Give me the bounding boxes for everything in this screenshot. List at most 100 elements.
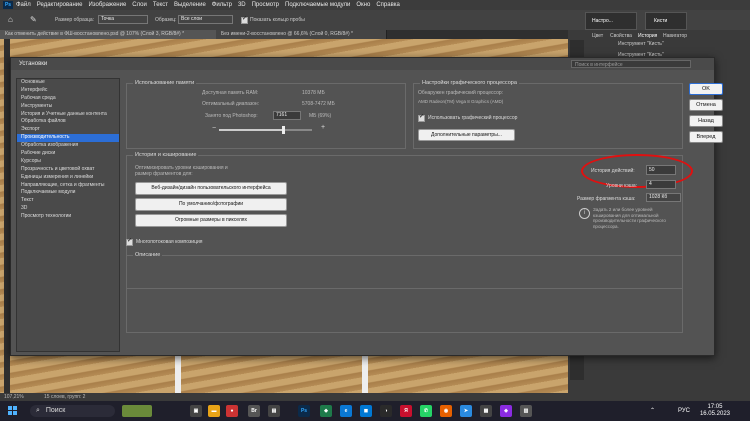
- use-gpu-checkbox[interactable]: [418, 113, 425, 122]
- menu-3d[interactable]: 3D: [238, 2, 246, 8]
- menu-select[interactable]: Выделение: [174, 2, 206, 8]
- menu-window[interactable]: Окно: [356, 2, 370, 8]
- description-panel: Описание: [126, 252, 683, 333]
- document-tabs: Как отменить действие в ФШ-восстановлено…: [0, 30, 568, 39]
- doc-tab-2[interactable]: Без имени-2-восстановлено @ 66,6% (Слой …: [216, 30, 387, 39]
- memory-slider[interactable]: [219, 126, 312, 134]
- menu-filter[interactable]: Фильтр: [212, 2, 232, 8]
- menu-file[interactable]: Файл: [16, 2, 31, 8]
- sidebar-item-interface[interactable]: Интерфейс: [17, 87, 119, 95]
- menu-view[interactable]: Просмотр: [252, 2, 279, 8]
- cache-tile-size-label: Размер фрагмента кэша:: [577, 196, 636, 202]
- dialog-search-input[interactable]: Поиск в интерфейсе: [571, 60, 691, 68]
- app-icon[interactable]: Я: [400, 405, 412, 417]
- forward-button[interactable]: Вперед: [689, 131, 723, 143]
- sidebar-item-general[interactable]: Основные: [17, 79, 119, 87]
- tab-properties[interactable]: Свойства: [610, 33, 632, 39]
- menu-type[interactable]: Текст: [153, 2, 168, 8]
- sidebar-item-3d[interactable]: 3D: [17, 205, 119, 213]
- gpu-settings-panel: Настройки графического процессора Обнару…: [413, 80, 683, 149]
- available-ram-label: Доступная память RAM:: [202, 90, 259, 96]
- sidebar-item-type[interactable]: Текст: [17, 197, 119, 205]
- sidebar-item-cursors[interactable]: Курсоры: [17, 158, 119, 166]
- sidebar-item-workspace[interactable]: Рабочая среда: [17, 95, 119, 103]
- gpu-detected-label: Обнаружен графический процессор:: [418, 90, 504, 96]
- menu-layers[interactable]: Слои: [132, 2, 147, 8]
- cancel-button[interactable]: Отмена: [689, 99, 723, 111]
- default-photos-button[interactable]: По умолчанию/фотографии: [135, 198, 287, 211]
- taskbar-search[interactable]: ⌕ Поиск: [30, 405, 115, 417]
- firefox-icon[interactable]: ◉: [440, 405, 452, 417]
- menu-image[interactable]: Изображение: [88, 2, 126, 8]
- history-cache-title: История и кэширование: [133, 152, 199, 158]
- sidebar-item-plugins[interactable]: Подключаемые модули: [17, 189, 119, 197]
- app-icon[interactable]: ●: [226, 405, 238, 417]
- windows-start-icon[interactable]: [8, 406, 18, 416]
- file-explorer-icon[interactable]: ▬: [208, 405, 220, 417]
- telegram-icon[interactable]: ➤: [460, 405, 472, 417]
- photoshop-icon[interactable]: Ps: [298, 405, 310, 417]
- app-icon[interactable]: ▦: [480, 405, 492, 417]
- sidebar-item-scratch-disks[interactable]: Рабочие диски: [17, 150, 119, 158]
- sidebar-item-performance[interactable]: Производительность: [17, 134, 119, 143]
- eyedropper-icon[interactable]: ✎: [30, 15, 37, 24]
- menu-plugins[interactable]: Подключаемые модули: [285, 2, 350, 8]
- language-indicator[interactable]: РУС: [678, 408, 690, 414]
- app-icon[interactable]: ◈: [500, 405, 512, 417]
- sidebar-item-export[interactable]: Экспорт: [17, 126, 119, 134]
- sidebar-item-units-rulers[interactable]: Единицы измерения и линейки: [17, 174, 119, 182]
- memory-slider-thumb[interactable]: [281, 126, 285, 134]
- back-button[interactable]: Назад: [689, 115, 723, 127]
- doc-tab-1[interactable]: Как отменить действие в ФШ-восстановлено…: [0, 30, 226, 39]
- bridge-icon[interactable]: Br: [248, 405, 260, 417]
- sidebar-item-history-credentials[interactable]: История и Учетные данные контента: [17, 111, 119, 119]
- sidebar-item-transparency[interactable]: Прозрачность и цветовой охват: [17, 166, 119, 174]
- memory-minus-icon[interactable]: −: [212, 125, 216, 132]
- huge-pixel-dimensions-button[interactable]: Огромные размеры в пикселях: [135, 214, 287, 227]
- gpu-detected-value: AMD Radeon(TM) Vega 8 Graphics (AMD): [418, 99, 504, 104]
- memory-plus-icon[interactable]: +: [321, 124, 325, 131]
- app-icon[interactable]: ◑: [380, 405, 392, 417]
- ok-button[interactable]: OK: [689, 83, 723, 95]
- cache-tile-size-select[interactable]: 1028 Кб: [646, 193, 681, 202]
- used-memory-unit: МБ (69%): [309, 113, 332, 119]
- app-icon[interactable]: ▥: [520, 405, 532, 417]
- edge-icon[interactable]: e: [340, 405, 352, 417]
- memory-usage-title: Использование памяти: [133, 80, 197, 86]
- tab-navigator[interactable]: Навигатор: [663, 33, 687, 39]
- panel-settings-tab[interactable]: Настро...: [585, 12, 637, 30]
- tab-history[interactable]: История: [638, 33, 657, 39]
- app-icon[interactable]: ◆: [320, 405, 332, 417]
- web-ui-design-button[interactable]: Веб-дизайн/дизайн пользовательского инте…: [135, 182, 287, 195]
- sidebar-item-guides-grid[interactable]: Направляющие, сетка и фрагменты: [17, 182, 119, 190]
- zoom-level[interactable]: 107,21%: [4, 394, 24, 400]
- whatsapp-icon[interactable]: ✆: [420, 405, 432, 417]
- sidebar-item-image-processing[interactable]: Обработка изображения: [17, 142, 119, 150]
- history-item[interactable]: Инструмент "Кисть": [618, 41, 664, 47]
- used-memory-input[interactable]: 7161: [273, 111, 301, 120]
- app-icon[interactable]: ▤: [268, 405, 280, 417]
- show-ring-checkbox[interactable]: [241, 15, 248, 24]
- menu-help[interactable]: Справка: [376, 2, 400, 8]
- home-icon[interactable]: ⌂: [8, 15, 13, 24]
- cache-levels-input[interactable]: 4: [646, 180, 676, 189]
- sample-select[interactable]: Все слои: [178, 15, 233, 24]
- sidebar-item-tools[interactable]: Инструменты: [17, 103, 119, 111]
- menu-edit[interactable]: Редактирование: [37, 2, 83, 8]
- multithread-checkbox[interactable]: [126, 237, 133, 246]
- taskbar-search-label: Поиск: [45, 407, 66, 414]
- advanced-settings-button[interactable]: Дополнительные параметры...: [418, 129, 515, 141]
- preferences-sidebar: Основные Интерфейс Рабочая среда Инструм…: [16, 78, 120, 352]
- search-icon: ⌕: [36, 407, 40, 414]
- sidebar-item-file-handling[interactable]: Обработка файлов: [17, 118, 119, 126]
- ideal-range-label: Оптимальный диапазон:: [202, 101, 260, 107]
- tab-color[interactable]: Цвет: [592, 33, 603, 39]
- sample-size-select[interactable]: Точка: [98, 15, 148, 24]
- sidebar-item-tech-previews[interactable]: Просмотр технологии: [17, 213, 119, 221]
- tray-chevron-icon[interactable]: ⌃: [650, 407, 655, 414]
- task-view-icon[interactable]: ▣: [190, 405, 202, 417]
- app-icon[interactable]: ◼: [360, 405, 372, 417]
- taskbar-clock[interactable]: 17:05 16.05.2023: [700, 404, 730, 418]
- panel-brushes-tab[interactable]: Кисти: [645, 12, 687, 30]
- widget-icon[interactable]: [122, 405, 152, 417]
